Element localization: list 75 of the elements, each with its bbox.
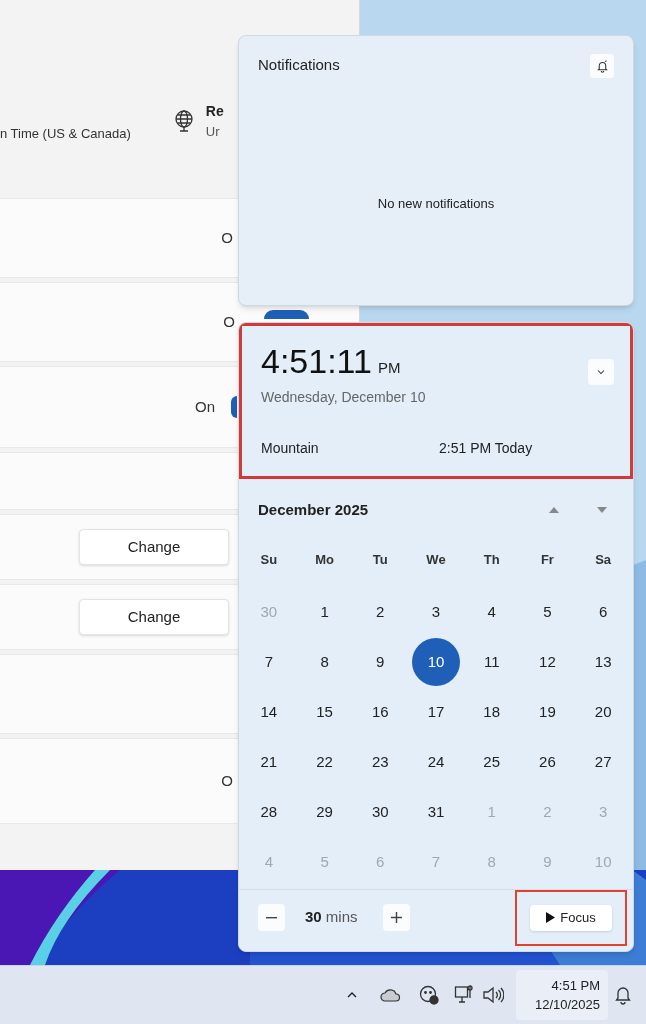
change-button[interactable]: Change bbox=[79, 599, 229, 635]
calendar-day[interactable]: 15 bbox=[300, 688, 349, 736]
toggle-switch[interactable] bbox=[231, 396, 237, 418]
calendar-day[interactable]: 23 bbox=[356, 738, 405, 786]
focus-button[interactable]: Focus bbox=[530, 904, 612, 931]
calendar-day[interactable]: 10 bbox=[412, 638, 460, 686]
network-icon[interactable] bbox=[454, 984, 474, 1006]
calendar-day[interactable]: 17 bbox=[412, 688, 460, 736]
calendar-day[interactable]: 12 bbox=[523, 638, 572, 686]
calendar-day[interactable]: 16 bbox=[356, 688, 405, 736]
weekday-label: Th bbox=[482, 550, 501, 569]
weekday-label: Mo bbox=[314, 550, 335, 569]
calendar-day[interactable]: 20 bbox=[579, 688, 628, 736]
triangle-up-icon bbox=[548, 505, 560, 516]
calendar-day[interactable]: 5 bbox=[523, 588, 572, 636]
calendar-day[interactable]: 9 bbox=[356, 638, 405, 686]
emoji-icon[interactable] bbox=[418, 984, 440, 1006]
bell-icon[interactable] bbox=[614, 985, 632, 1005]
timezone-text: n Time (US & Canada) bbox=[0, 125, 131, 144]
weekday-label: Su bbox=[259, 550, 279, 569]
calendar-day[interactable]: 3 bbox=[412, 588, 460, 636]
weekday-label: Tu bbox=[371, 550, 389, 569]
taskbar-time: 4:51 PM bbox=[551, 977, 600, 995]
toggle-switch[interactable] bbox=[264, 310, 309, 319]
setting-value: O bbox=[221, 227, 233, 248]
calendar-day[interactable]: 28 bbox=[244, 788, 293, 836]
clock-time: 4:51:11 bbox=[261, 344, 372, 378]
calendar-day[interactable]: 30 bbox=[356, 788, 405, 836]
calendar-day[interactable]: 2 bbox=[356, 588, 405, 636]
cloud-icon[interactable] bbox=[380, 987, 402, 1003]
calendar-day[interactable]: 29 bbox=[300, 788, 349, 836]
calendar-day[interactable]: 4 bbox=[467, 588, 516, 636]
calendar-day[interactable]: 13 bbox=[579, 638, 628, 686]
toggle-label: On bbox=[195, 396, 215, 417]
calendar-day[interactable]: 31 bbox=[412, 788, 460, 836]
region-value: Ur bbox=[205, 122, 221, 141]
calendar-day[interactable]: 18 bbox=[467, 688, 516, 736]
speaker-icon[interactable] bbox=[482, 986, 504, 1004]
weekday-label: Fr bbox=[539, 550, 555, 569]
setting-value: O bbox=[221, 770, 233, 791]
calendar-day[interactable]: 25 bbox=[467, 738, 516, 786]
taskbar-clock[interactable]: 4:51 PM 12/10/2025 bbox=[516, 970, 608, 1020]
calendar-month: December 2025 bbox=[258, 500, 369, 520]
clock-ampm: PM bbox=[377, 358, 401, 378]
notifications-title: Notifications bbox=[258, 55, 340, 75]
region-title: Re bbox=[205, 101, 224, 121]
calendar-day[interactable]: 6 bbox=[579, 588, 628, 636]
calendar-day[interactable]: 1 bbox=[300, 588, 349, 636]
minus-icon bbox=[266, 916, 277, 919]
calendar-day[interactable]: 26 bbox=[523, 738, 572, 786]
change-button[interactable]: Change bbox=[79, 529, 229, 565]
increase-button[interactable] bbox=[383, 904, 410, 931]
weekday-label: We bbox=[425, 550, 447, 569]
calendar-day[interactable]: 8 bbox=[300, 638, 349, 686]
zone-time: 2:51 PM Today bbox=[439, 439, 533, 458]
clock-date: Wednesday, December 10 bbox=[261, 388, 427, 407]
play-icon bbox=[546, 912, 556, 923]
do-not-disturb-button[interactable] bbox=[590, 54, 614, 78]
calendar-day[interactable]: 22 bbox=[300, 738, 349, 786]
plus-icon bbox=[391, 912, 402, 923]
globe-icon bbox=[172, 109, 195, 133]
calendar-day[interactable]: 14 bbox=[244, 688, 293, 736]
calendar-day[interactable]: 11 bbox=[467, 638, 516, 686]
calendar-day[interactable]: 7 bbox=[244, 638, 293, 686]
calendar-day[interactable]: 24 bbox=[412, 738, 460, 786]
zone-name: Mountain bbox=[261, 439, 320, 458]
toggle-label: O bbox=[223, 311, 235, 332]
calendar-day[interactable]: 27 bbox=[579, 738, 628, 786]
empty-notifications-text: No new notifications bbox=[377, 195, 495, 213]
bell-icon bbox=[595, 59, 609, 73]
calendar-day[interactable]: 19 bbox=[523, 688, 572, 736]
focus-duration: 30 mins bbox=[305, 907, 359, 928]
taskbar-date: 12/10/2025 bbox=[534, 996, 600, 1014]
calendar-day[interactable]: 21 bbox=[244, 738, 293, 786]
weekday-label: Sa bbox=[594, 550, 613, 569]
